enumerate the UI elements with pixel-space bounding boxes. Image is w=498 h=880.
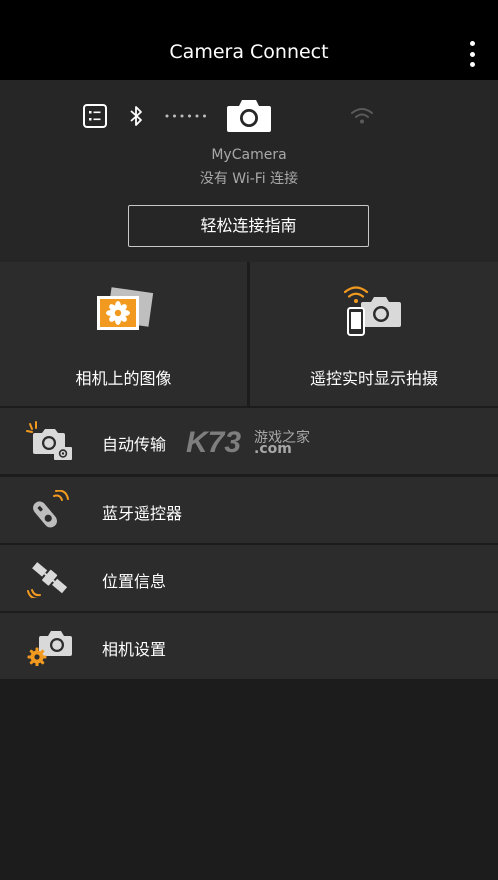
- images-on-camera-icon: [97, 287, 154, 330]
- tile-images-on-camera[interactable]: 相机上的图像: [0, 262, 247, 406]
- camera-name: MyCamera: [211, 147, 287, 163]
- app-title: Camera Connect: [169, 41, 329, 63]
- tile-label: 遥控实时显示拍摄: [309, 369, 438, 388]
- more-dot-icon: [469, 41, 475, 46]
- tile-label: 相机上的图像: [75, 369, 172, 388]
- wifi-icon: [351, 108, 373, 124]
- top-bar: Camera Connect: [0, 0, 498, 80]
- svg-text:K73: K73: [186, 426, 241, 459]
- camera-list-icon[interactable]: [83, 104, 107, 128]
- location-satellite-icon: [27, 562, 68, 598]
- auto-transfer-icon: [26, 421, 72, 460]
- menu-item-label: 自动传输: [102, 435, 167, 454]
- connection-dots-icon: [165, 114, 206, 118]
- tile-remote-live-view[interactable]: 遥控实时显示拍摄: [250, 262, 498, 406]
- menu-item-camera-settings[interactable]: 相机设置: [0, 613, 498, 679]
- more-dot-icon: [469, 51, 475, 57]
- watermark-logo: K73 游戏之家 .com: [186, 425, 316, 459]
- connection-status: 没有 Wi-Fi 连接: [199, 171, 299, 187]
- menu-item-bluetooth-remote[interactable]: 蓝牙遥控器: [0, 477, 498, 543]
- feature-tiles: 相机上的图像 遥控实时显示拍摄: [0, 262, 498, 406]
- watermark-domain: .com: [254, 441, 292, 457]
- camera-settings-icon: [27, 631, 72, 666]
- menu-item-label: 位置信息: [102, 572, 167, 591]
- remote-live-view-icon: [344, 286, 401, 336]
- camera-icon: [227, 100, 271, 132]
- easy-connect-guide-button[interactable]: 轻松连接指南: [128, 205, 369, 247]
- menu-item-location-info[interactable]: 位置信息: [0, 545, 498, 611]
- bluetooth-remote-icon: [33, 490, 69, 528]
- bluetooth-icon: [130, 106, 142, 126]
- more-menu-button[interactable]: [462, 38, 482, 70]
- menu-item-label: 蓝牙遥控器: [102, 504, 183, 523]
- menu-item-label: 相机设置: [102, 640, 167, 659]
- connection-panel: MyCamera 没有 Wi-Fi 连接 轻松连接指南: [0, 80, 498, 262]
- more-dot-icon: [469, 62, 475, 67]
